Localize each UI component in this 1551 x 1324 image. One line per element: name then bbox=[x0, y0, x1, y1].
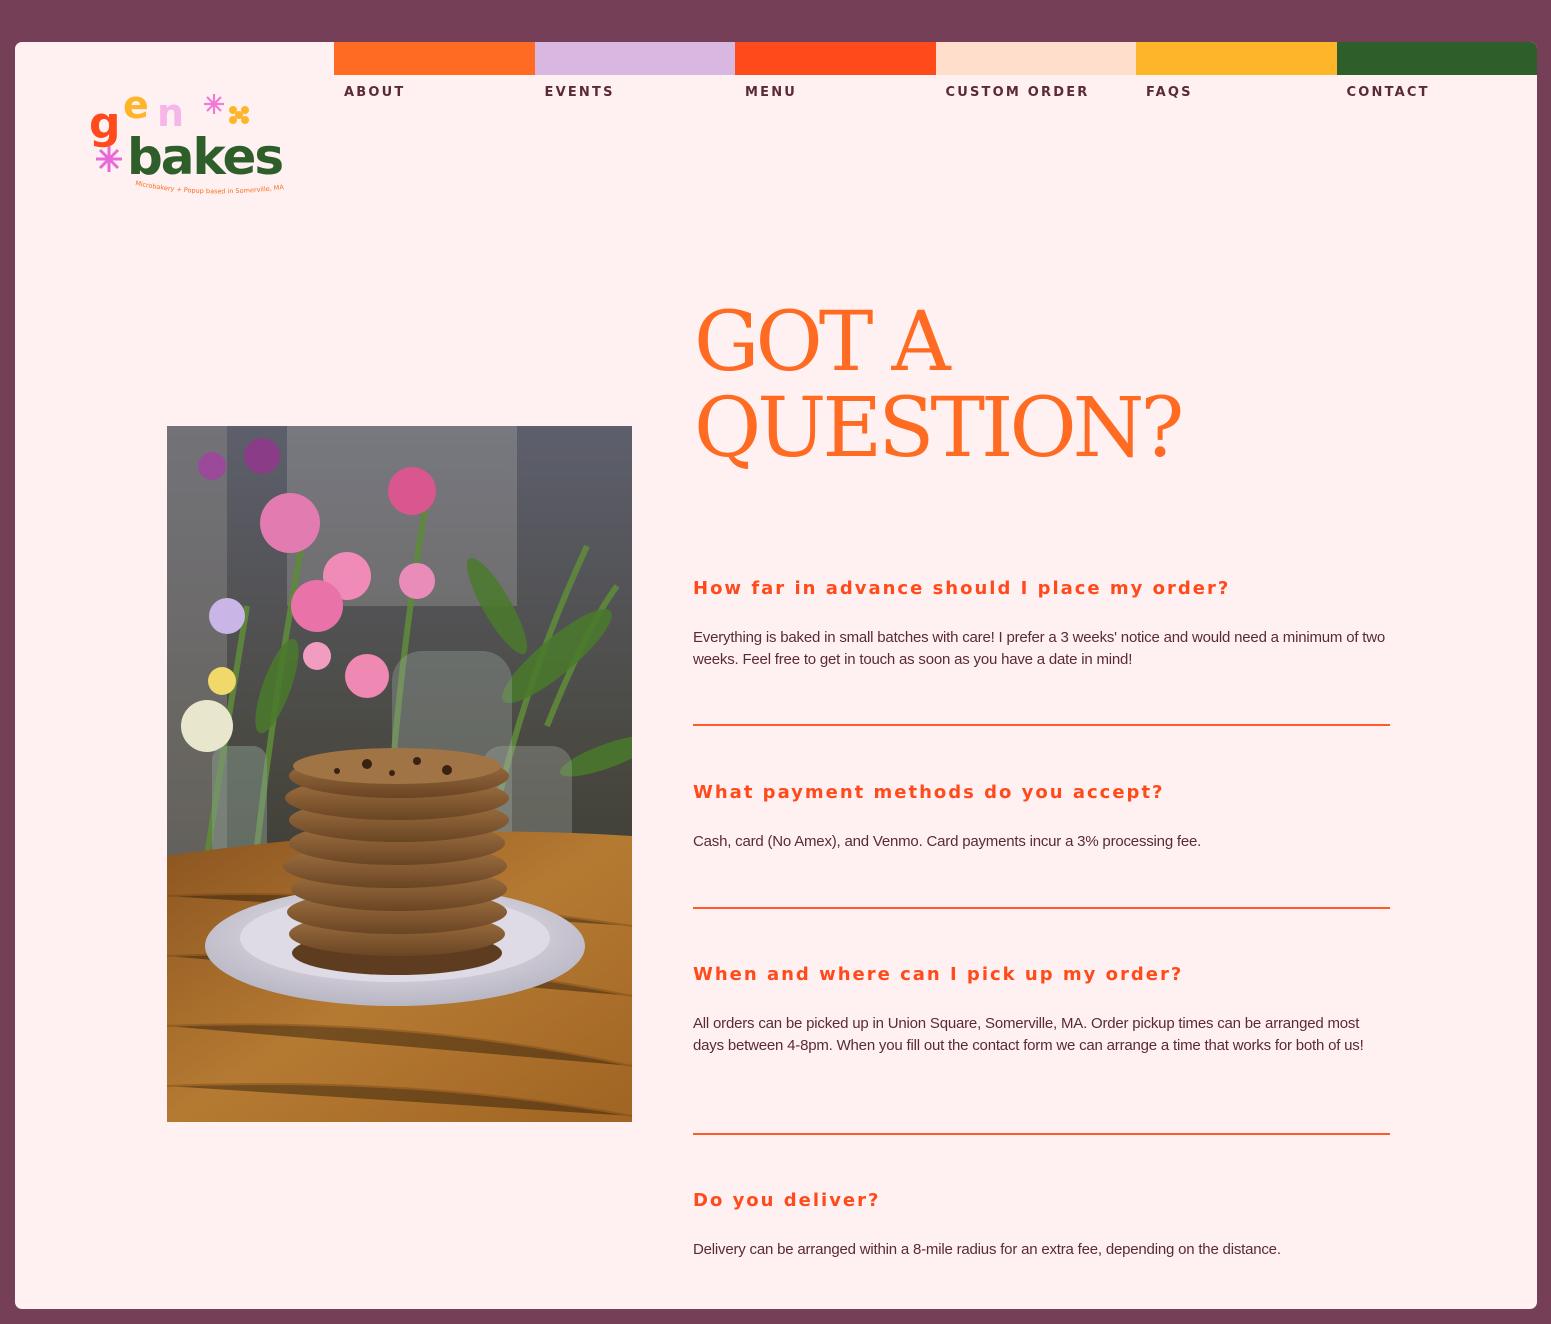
faq-item: How far in advance should I place my ord… bbox=[693, 578, 1389, 671]
faq-answer: Cash, card (No Amex), and Venmo. Card pa… bbox=[693, 833, 1202, 850]
nav-faqs[interactable]: FAQS bbox=[1136, 42, 1337, 117]
cookies-photo bbox=[167, 426, 632, 1122]
nav-faqs-label: FAQS bbox=[1146, 85, 1193, 100]
nav-events-label: EVENTS bbox=[544, 85, 615, 100]
faq-divider bbox=[693, 1133, 1390, 1135]
nav-color-bar bbox=[1136, 42, 1337, 75]
main-nav: ABOUT EVENTS MENU CUSTOM ORDER FAQS CONT… bbox=[334, 42, 1537, 117]
svg-text:bakes: bakes bbox=[127, 128, 282, 186]
nav-events[interactable]: EVENTS bbox=[534, 42, 735, 117]
faq-answer: All orders can be picked up in Union Squ… bbox=[693, 1015, 1364, 1054]
nav-color-bar bbox=[935, 42, 1136, 75]
faq-question: What payment methods do you accept? bbox=[693, 782, 1165, 803]
nav-custom-order-label: CUSTOM ORDER bbox=[945, 85, 1090, 100]
brand-logo[interactable]: g e n bakes Microbakery + Popup based in… bbox=[87, 82, 307, 202]
page-title: GOT A QUESTION? bbox=[694, 295, 1184, 476]
faq-item: What payment methods do you accept? Cash… bbox=[693, 782, 1389, 853]
cookies-image bbox=[167, 426, 632, 1122]
page-frame: ABOUT EVENTS MENU CUSTOM ORDER FAQS CONT… bbox=[15, 42, 1537, 1309]
nav-color-bar bbox=[334, 42, 535, 75]
flower-icon bbox=[204, 94, 224, 114]
faq-question: When and where can I pick up my order? bbox=[693, 964, 1184, 985]
nav-color-bar bbox=[534, 42, 735, 75]
flower-icon bbox=[229, 106, 249, 124]
faq-answer: Delivery can be arranged within a 8-mile… bbox=[693, 1241, 1281, 1258]
nav-color-bar bbox=[735, 42, 936, 75]
nav-about[interactable]: ABOUT bbox=[334, 42, 535, 117]
nav-about-label: ABOUT bbox=[344, 85, 406, 100]
nav-color-bar bbox=[1336, 42, 1537, 75]
svg-text:e: e bbox=[123, 83, 149, 127]
page-title-line: GOT A bbox=[694, 295, 951, 390]
faq-divider bbox=[693, 907, 1390, 909]
nav-contact-label: CONTACT bbox=[1346, 85, 1430, 100]
faq-question: How far in advance should I place my ord… bbox=[693, 578, 1231, 599]
flower-icon bbox=[96, 146, 122, 172]
faq-answer: Everything is baked in small batches wit… bbox=[693, 629, 1386, 668]
faq-item: When and where can I pick up my order? A… bbox=[693, 964, 1389, 1057]
nav-contact[interactable]: CONTACT bbox=[1336, 42, 1537, 117]
svg-text:g: g bbox=[89, 98, 121, 149]
logo-graphic: g e n bakes Microbakery + Popup based in… bbox=[89, 83, 285, 195]
faq-divider bbox=[693, 724, 1390, 726]
nav-menu[interactable]: MENU bbox=[735, 42, 936, 117]
nav-menu-label: MENU bbox=[745, 85, 798, 100]
nav-custom-order[interactable]: CUSTOM ORDER bbox=[935, 42, 1136, 117]
page-title-line: QUESTION? bbox=[694, 381, 1184, 476]
faq-item: Do you deliver? Delivery can be arranged… bbox=[693, 1190, 1389, 1261]
faq-question: Do you deliver? bbox=[693, 1190, 881, 1211]
